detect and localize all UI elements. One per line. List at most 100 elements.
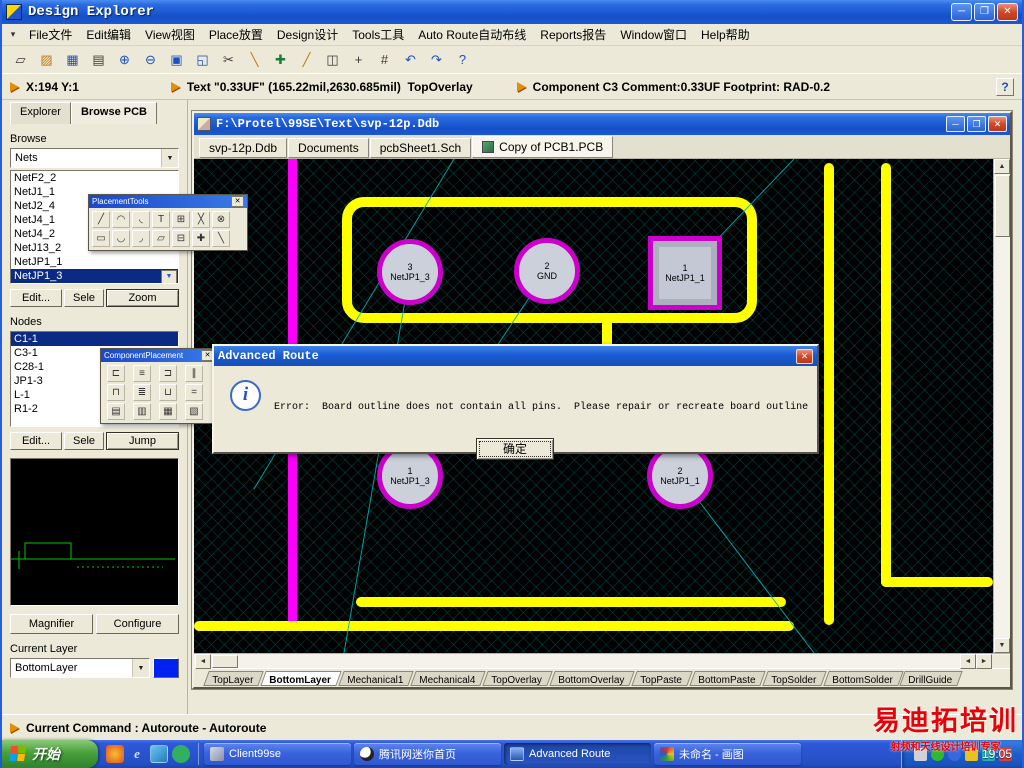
close-icon[interactable]: ✕	[231, 196, 244, 207]
help-icon[interactable]: ?	[450, 48, 475, 71]
space-vertical-icon[interactable]: =	[185, 384, 203, 401]
layer-tab[interactable]: BottomPaste	[688, 670, 766, 686]
place-full-arc-icon[interactable]: ◡	[112, 230, 130, 247]
doc-minimize-button[interactable]: ─	[946, 116, 965, 132]
move-to-grid-icon[interactable]: ▦	[159, 403, 177, 420]
origin-icon[interactable]: +	[346, 48, 371, 71]
undo-icon[interactable]: ↶	[398, 48, 423, 71]
net-list-item[interactable]: NetJP1_3	[11, 269, 178, 283]
volume-icon[interactable]	[914, 747, 927, 761]
document-tab[interactable]: pcbSheet1.Sch	[369, 138, 472, 158]
place-arc-center-icon[interactable]: ◟	[132, 211, 150, 228]
align-top-icon[interactable]: ⊓	[107, 384, 125, 401]
layer-tab[interactable]: BottomLayer	[260, 670, 342, 686]
print-icon[interactable]: ▤	[86, 48, 111, 71]
context-help-button[interactable]: ?	[996, 77, 1014, 96]
zoom-window-icon[interactable]: ▣	[164, 48, 189, 71]
cut-icon[interactable]: ✂	[216, 48, 241, 71]
align-middle-icon[interactable]: ≣	[133, 384, 151, 401]
qq-tray-icon[interactable]	[948, 747, 961, 761]
menu-item[interactable]: Tools工具	[345, 23, 411, 46]
chevron-down-icon[interactable]: ▼	[132, 659, 149, 677]
taskbar-task[interactable]: Client99se	[204, 743, 351, 765]
menu-item[interactable]: Design设计	[270, 23, 345, 46]
taskbar-clock[interactable]: 19:05	[982, 747, 1012, 761]
grid-icon[interactable]: #	[372, 48, 397, 71]
scrollbar-thumb[interactable]	[994, 175, 1010, 237]
placement-tools-palette[interactable]: PlacementTools ✕ ╱ ◠ ◟ T ⊞ ╳ ⊗ ▭ ◡ ◞ ▱ ⊟ ✚ ╲	[88, 194, 248, 251]
net-list-item[interactable]: NetF2_2	[11, 171, 178, 185]
system-menu-icon[interactable]: ▾	[4, 29, 22, 40]
open-document-icon[interactable]: ▨	[34, 48, 59, 71]
horizontal-scrollbar[interactable]: ◄ ◄ ►	[194, 653, 1010, 669]
arrange-room-icon[interactable]: ▤	[107, 403, 125, 420]
net-edit-button[interactable]: Edit...	[10, 289, 62, 307]
show-desktop-icon[interactable]	[150, 745, 168, 763]
place-track-icon[interactable]: ╱	[294, 48, 319, 71]
scroll-left-icon[interactable]: ◄	[195, 653, 211, 669]
vertical-scrollbar[interactable]: ▲ ▼	[993, 159, 1010, 653]
place-fill-icon[interactable]: ▭	[92, 230, 110, 247]
document-tab[interactable]: Documents	[288, 138, 369, 158]
start-button[interactable]: 开始	[2, 740, 98, 768]
layer-tab[interactable]: BottomSolder	[823, 670, 904, 686]
menu-item[interactable]: Window窗口	[613, 23, 694, 46]
layer-tab[interactable]: BottomOverlay	[548, 670, 635, 686]
scrollbar-thumb[interactable]	[212, 654, 238, 668]
save-icon[interactable]: ▦	[60, 48, 85, 71]
dialog-close-button[interactable]: ✕	[796, 348, 813, 364]
taskbar-task[interactable]: Advanced Route	[504, 743, 651, 765]
pcb-pad[interactable]: 1 NetJP1_1	[648, 236, 722, 310]
panel-tab[interactable]: Explorer	[10, 102, 71, 124]
antivirus-icon[interactable]	[931, 747, 944, 761]
menu-item[interactable]: View视图	[138, 23, 202, 46]
net-list-item[interactable]: NetJP1_1	[11, 255, 178, 269]
node-list-item[interactable]: C1-1	[11, 332, 178, 346]
dialog-titlebar[interactable]: Advanced Route ✕	[214, 346, 817, 366]
layer-tab[interactable]: Mechanical1	[338, 670, 414, 686]
tab-scroll-right-icon[interactable]: ►	[976, 653, 992, 669]
msn-icon[interactable]	[172, 745, 190, 763]
ok-button[interactable]: 确定	[476, 438, 554, 460]
media-player-icon[interactable]	[106, 745, 124, 763]
align-right-icon[interactable]: ⊐	[159, 365, 177, 382]
shove-icon[interactable]: ▧	[185, 403, 203, 420]
layer-tab[interactable]: TopPaste	[631, 670, 693, 686]
layer-tab[interactable]: Mechanical4	[410, 670, 486, 686]
messenger-icon[interactable]	[965, 747, 978, 761]
doc-close-button[interactable]: ✕	[988, 116, 1007, 132]
configure-button[interactable]: Configure	[96, 614, 179, 634]
menu-item[interactable]: Help帮助	[694, 23, 757, 46]
minimize-button[interactable]: ─	[951, 3, 972, 21]
place-split-icon[interactable]: ╲	[212, 230, 230, 247]
document-tab[interactable]: svp-12p.Ddb	[199, 138, 288, 158]
align-left-icon[interactable]: ⊏	[107, 365, 125, 382]
space-horizontal-icon[interactable]: ∥	[185, 365, 203, 382]
magnifier-preview[interactable]	[10, 458, 179, 606]
panel-tab[interactable]: Browse PCB	[70, 102, 157, 124]
node-edit-button[interactable]: Edit...	[10, 432, 62, 450]
zoom-fit-icon[interactable]: ◱	[190, 48, 215, 71]
layer-tab[interactable]: DrillGuide	[899, 670, 964, 686]
document-tab[interactable]: Copy of PCB1.PCB	[472, 136, 614, 158]
highlight-net-icon[interactable]: ╲	[242, 48, 267, 71]
close-button[interactable]: ✕	[997, 3, 1018, 21]
chevron-down-icon[interactable]: ▼	[161, 149, 178, 167]
menu-item[interactable]: File文件	[22, 23, 79, 46]
taskbar-task[interactable]: 未命名 - 画图	[654, 743, 801, 765]
redo-icon[interactable]: ↷	[424, 48, 449, 71]
place-polygon-icon[interactable]: ▱	[152, 230, 170, 247]
node-jump-button[interactable]: Jump	[106, 432, 179, 450]
pcb-pad[interactable]: 2 GND	[514, 238, 580, 304]
layer-tab[interactable]: TopLayer	[203, 670, 264, 686]
menu-item[interactable]: Auto Route自动布线	[411, 23, 533, 46]
component-placement-palette[interactable]: ComponentPlacement ✕ ⊏ ≡ ⊐ ∥ ⊓ ≣ ⊔ = ▤ ▥ ▦ ▧	[100, 348, 218, 424]
layer-tab[interactable]: TopOverlay	[482, 670, 553, 686]
place-dimension-icon[interactable]: ╳	[192, 211, 210, 228]
pcb-pad[interactable]: 3 NetJP1_3	[377, 239, 443, 305]
palette-titlebar[interactable]: PlacementTools ✕	[89, 195, 247, 208]
component-placement-icon[interactable]: ▱	[8, 48, 33, 71]
net-zoom-button[interactable]: Zoom	[106, 289, 179, 307]
scroll-down-icon[interactable]: ▼	[994, 638, 1010, 653]
zoom-out-icon[interactable]: ⊖	[138, 48, 163, 71]
